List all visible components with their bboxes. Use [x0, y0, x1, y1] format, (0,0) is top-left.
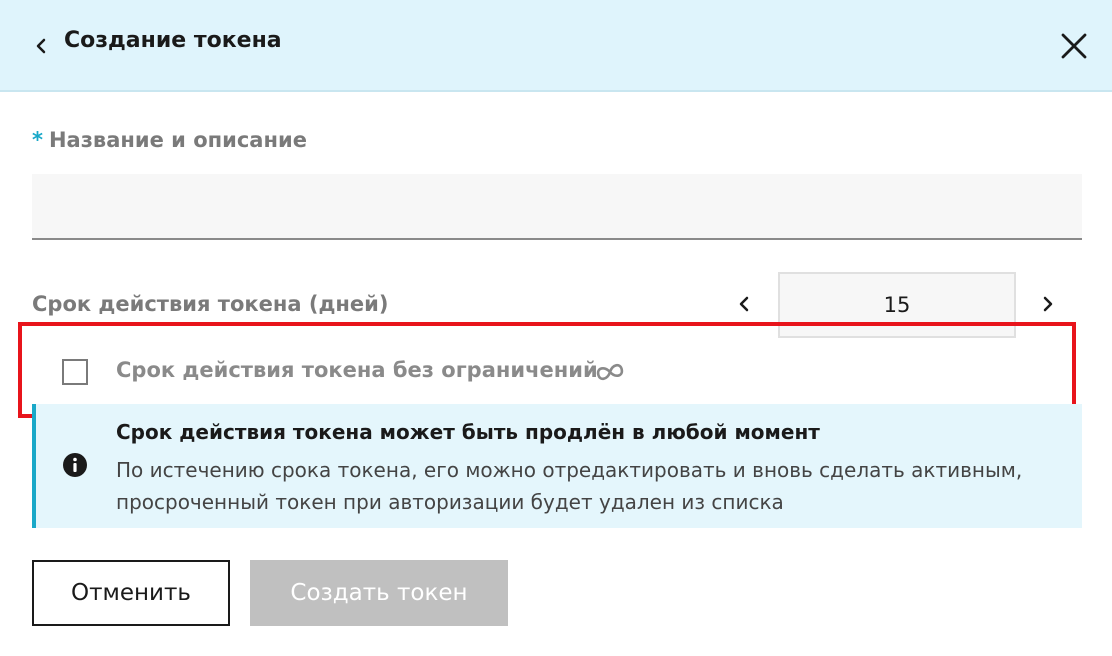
info-title: Срок действия токена может быть продлён … — [116, 420, 820, 444]
infinity-icon — [592, 360, 628, 384]
name-field-label: * Название и описание — [32, 128, 307, 152]
info-text: По истечению срока токена, его можно отр… — [116, 458, 1023, 514]
lifetime-decrement-button[interactable] — [726, 286, 762, 322]
info-icon — [62, 452, 88, 478]
lifetime-label: Срок действия токена (дней) — [32, 292, 389, 316]
chevron-left-icon — [36, 38, 46, 54]
create-token-button[interactable]: Создать токен — [250, 560, 508, 626]
close-icon — [1061, 33, 1087, 59]
unlimited-lifetime-checkbox[interactable] — [62, 359, 88, 385]
lifetime-increment-button[interactable] — [1030, 286, 1066, 322]
unlimited-lifetime-label[interactable]: Срок действия токена без ограничений — [116, 358, 598, 382]
chevron-left-icon — [739, 296, 749, 312]
back-button[interactable] — [26, 26, 56, 66]
chevron-right-icon — [1043, 296, 1053, 312]
page-title: Создание токена — [64, 28, 282, 53]
lifetime-days-input[interactable] — [778, 272, 1016, 338]
dialog-header: Создание токена — [0, 0, 1112, 92]
close-button[interactable] — [1052, 24, 1096, 68]
name-field-label-text: Название и описание — [48, 128, 307, 152]
name-description-input[interactable] — [32, 174, 1082, 240]
cancel-button[interactable]: Отменить — [32, 560, 230, 626]
required-mark: * — [32, 128, 43, 152]
create-token-dialog: Создание токена * Название и описание Сро… — [0, 0, 1112, 656]
